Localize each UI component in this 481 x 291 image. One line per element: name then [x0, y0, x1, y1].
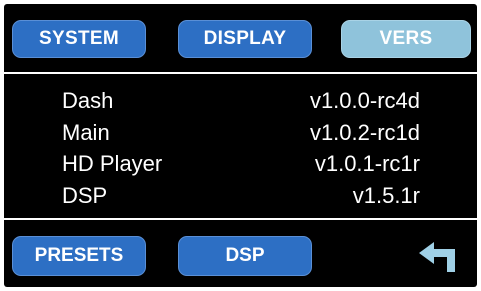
presets-button-label: PRESETS [34, 245, 124, 266]
tab-vers-label: VERS [379, 28, 433, 49]
bottom-divider [4, 218, 477, 220]
back-button[interactable] [418, 240, 464, 274]
version-value: v1.0.0-rc4d [309, 88, 420, 113]
top-divider [4, 72, 477, 74]
tab-system-label: SYSTEM [39, 28, 119, 49]
tab-vers[interactable]: VERS [341, 20, 471, 58]
version-row-main: Main v1.0.2-rc1d [4, 118, 477, 149]
version-row-dsp: DSP v1.5.1r [4, 181, 477, 212]
version-value: v1.0.2-rc1d [309, 120, 420, 145]
version-value: v1.0.1-rc1r [314, 151, 420, 176]
dsp-button-label: DSP [225, 245, 265, 266]
dsp-button[interactable]: DSP [178, 236, 312, 276]
version-list: Dash v1.0.0-rc4d Main v1.0.2-rc1d HD Pla… [4, 80, 477, 214]
version-row-dash: Dash v1.0.0-rc4d [4, 86, 477, 117]
presets-button[interactable]: PRESETS [12, 236, 146, 276]
tab-display-label: DISPLAY [203, 28, 287, 49]
version-name: HD Player [62, 151, 163, 176]
return-arrow-icon [419, 242, 455, 272]
tab-system[interactable]: SYSTEM [12, 20, 146, 58]
screen: SYSTEM DISPLAY VERS Dash v1.0.0-rc4d Mai… [4, 4, 477, 287]
tab-display[interactable]: DISPLAY [178, 20, 312, 58]
version-name: Dash [62, 88, 114, 113]
version-name: Main [62, 120, 110, 145]
version-value: v1.5.1r [352, 183, 420, 208]
version-row-hd-player: HD Player v1.0.1-rc1r [4, 149, 477, 180]
version-name: DSP [62, 183, 108, 208]
